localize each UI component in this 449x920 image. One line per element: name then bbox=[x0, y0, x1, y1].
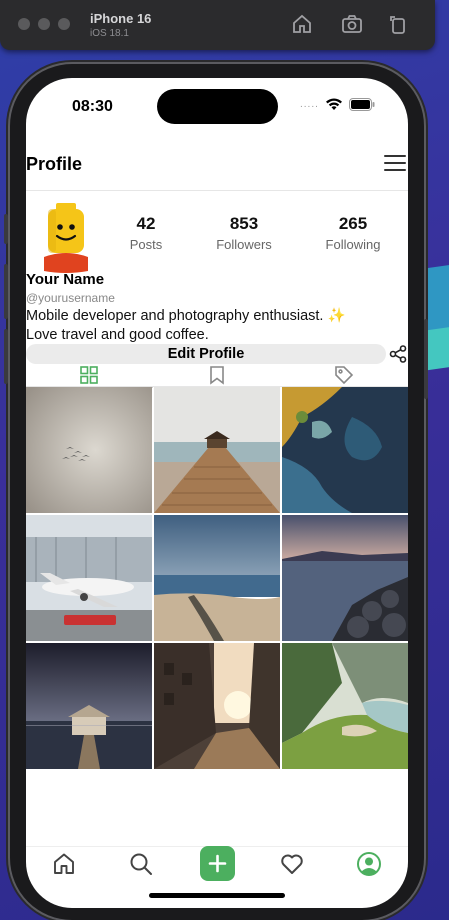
simulator-os-version: iOS 18.1 bbox=[90, 28, 129, 39]
action-button bbox=[4, 214, 8, 244]
zoom-window-button[interactable] bbox=[58, 18, 70, 30]
home-icon[interactable] bbox=[290, 12, 314, 36]
sparkles-icon: ✨ bbox=[327, 308, 346, 324]
profile-bio: Mobile developer and photography enthusi… bbox=[26, 307, 396, 345]
stat-value: 265 bbox=[338, 214, 368, 233]
grid-photo[interactable] bbox=[282, 643, 408, 769]
tab-tagged[interactable] bbox=[334, 365, 354, 385]
minimize-window-button[interactable] bbox=[38, 18, 50, 30]
plus-icon bbox=[208, 854, 227, 873]
dynamic-island bbox=[157, 89, 278, 124]
stat-followers[interactable]: 853 Followers bbox=[204, 214, 284, 252]
close-window-button[interactable] bbox=[18, 18, 30, 30]
profile-username: @yourusername bbox=[26, 291, 115, 305]
wifi-icon bbox=[325, 98, 342, 110]
search-icon bbox=[130, 853, 152, 875]
volume-up-button bbox=[4, 264, 8, 319]
profile-icon bbox=[357, 852, 381, 876]
stat-posts[interactable]: 42 Posts bbox=[106, 214, 186, 252]
bookmark-icon bbox=[210, 366, 224, 385]
grid-photo[interactable] bbox=[282, 387, 408, 513]
bio-line-1: Mobile developer and photography enthusi… bbox=[26, 308, 328, 324]
tab-saved[interactable] bbox=[207, 365, 227, 385]
header-divider bbox=[26, 190, 408, 191]
profile-tabs bbox=[26, 365, 408, 388]
page-title: Profile bbox=[26, 154, 83, 174]
stat-label: Posts bbox=[129, 237, 163, 252]
nav-home[interactable] bbox=[50, 850, 78, 878]
grid-photo[interactable] bbox=[26, 387, 152, 513]
grid-photo[interactable] bbox=[154, 515, 280, 641]
rotate-icon[interactable] bbox=[386, 12, 410, 36]
menu-button[interactable] bbox=[384, 155, 406, 173]
stat-value: 853 bbox=[229, 214, 259, 233]
create-post-button[interactable] bbox=[200, 846, 235, 881]
bio-line-2: Love travel and good coffee. bbox=[26, 327, 209, 343]
grid-photo[interactable] bbox=[282, 515, 408, 641]
grid-photo[interactable] bbox=[154, 387, 280, 513]
edit-profile-button[interactable]: Edit Profile bbox=[26, 344, 386, 364]
grid-icon bbox=[80, 366, 98, 384]
nav-activity[interactable] bbox=[278, 850, 306, 878]
home-icon bbox=[54, 853, 74, 874]
grid-photo[interactable] bbox=[26, 643, 152, 769]
stat-following[interactable]: 265 Following bbox=[313, 214, 393, 252]
stat-value: 42 bbox=[136, 214, 156, 233]
status-time: 08:30 bbox=[72, 98, 113, 115]
power-button bbox=[424, 319, 428, 399]
hamburger-icon-line bbox=[384, 155, 406, 157]
simulator-title-bar: iPhone 16 iOS 18.1 bbox=[0, 0, 435, 50]
volume-down-button bbox=[4, 329, 8, 384]
avatar[interactable] bbox=[38, 201, 94, 273]
hamburger-icon-line bbox=[384, 169, 406, 171]
home-indicator[interactable] bbox=[149, 893, 285, 898]
cellular-signal-icon: ..... bbox=[300, 99, 319, 110]
hamburger-icon-line bbox=[384, 162, 406, 164]
tag-icon bbox=[335, 366, 354, 385]
battery-icon bbox=[348, 98, 375, 111]
simulator-device-name: iPhone 16 bbox=[90, 11, 152, 26]
nav-search[interactable] bbox=[127, 850, 155, 878]
stat-label: Followers bbox=[216, 237, 272, 252]
stat-label: Following bbox=[325, 237, 381, 252]
share-icon[interactable] bbox=[388, 344, 408, 364]
phone-screen: 08:30 ..... Profile 42 Posts 853 Followe… bbox=[26, 78, 408, 908]
grid-photo[interactable] bbox=[26, 515, 152, 641]
heart-icon bbox=[281, 854, 303, 874]
nav-profile[interactable] bbox=[355, 850, 383, 878]
screenshot-icon[interactable] bbox=[340, 12, 364, 36]
grid-photo[interactable] bbox=[154, 643, 280, 769]
profile-name: Your Name bbox=[26, 271, 105, 288]
status-indicators: ..... bbox=[300, 98, 375, 111]
tab-grid[interactable] bbox=[79, 365, 99, 385]
